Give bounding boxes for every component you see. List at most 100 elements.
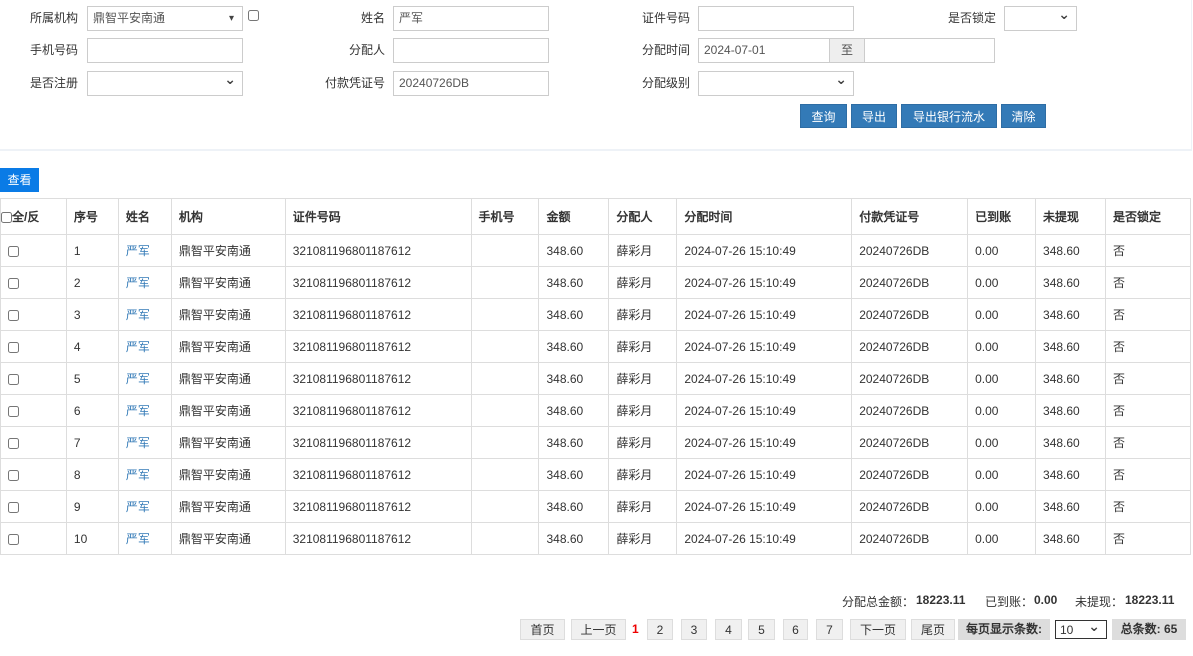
cell-index: 10 bbox=[65, 522, 119, 555]
row-checkbox[interactable] bbox=[8, 405, 19, 417]
row-checkbox[interactable] bbox=[8, 533, 19, 545]
page-7-button[interactable]: 7 bbox=[816, 619, 843, 640]
cell-locked: 否 bbox=[1104, 490, 1192, 523]
clear-button[interactable]: 清除 bbox=[1001, 104, 1046, 128]
time-from-input[interactable]: 2024-07-01 bbox=[698, 38, 830, 63]
row-checkbox[interactable] bbox=[8, 469, 19, 481]
assigner-input[interactable] bbox=[393, 38, 549, 63]
cell-org: 鼎智平安南通 bbox=[170, 362, 286, 395]
cell-voucher: 20240726DB bbox=[851, 234, 969, 267]
cell-amount: 348.60 bbox=[538, 426, 610, 459]
select-all-checkbox[interactable] bbox=[1, 212, 12, 224]
column-header-label: 姓名 bbox=[125, 210, 150, 224]
cell-unwithdrawn: 348.60 bbox=[1035, 490, 1106, 523]
cell-assign-time: 2024-07-26 15:10:49 bbox=[676, 362, 853, 395]
view-button[interactable]: 查看 bbox=[0, 168, 39, 192]
row-select-cell bbox=[0, 298, 67, 331]
page-5-button[interactable]: 5 bbox=[748, 619, 775, 640]
cell-name[interactable]: 严军 bbox=[117, 330, 172, 363]
cell-id-number: 321081196801187612 bbox=[284, 298, 472, 331]
page-first-button[interactable]: 首页 bbox=[520, 619, 565, 640]
cell-org: 鼎智平安南通 bbox=[170, 234, 286, 267]
row-checkbox[interactable] bbox=[8, 245, 19, 257]
registered-select[interactable] bbox=[87, 68, 243, 96]
cell-assigner: 薛彩月 bbox=[608, 426, 678, 459]
table-row: 1 严军 鼎智平安南通 321081196801187612 348.60 薛彩月 2024… bbox=[0, 234, 1192, 267]
row-checkbox[interactable] bbox=[8, 341, 19, 353]
cell-assign-time: 2024-07-26 15:10:49 bbox=[676, 426, 853, 459]
cell-unwithdrawn: 348.60 bbox=[1035, 330, 1106, 363]
cell-index: 1 bbox=[65, 234, 119, 267]
cell-arrived: 0.00 bbox=[967, 394, 1037, 427]
cell-phone bbox=[470, 266, 540, 299]
cell-name[interactable]: 严军 bbox=[117, 394, 172, 427]
row-select-cell bbox=[0, 426, 67, 459]
page-6-button[interactable]: 6 bbox=[783, 619, 808, 640]
export-bank-button[interactable]: 导出银行流水 bbox=[901, 104, 997, 128]
locked-select[interactable] bbox=[1004, 3, 1077, 31]
row-checkbox[interactable] bbox=[8, 277, 19, 289]
cell-voucher: 20240726DB bbox=[851, 394, 969, 427]
column-header: 已到账 bbox=[967, 198, 1037, 235]
column-header-label: 是否锁定 bbox=[1112, 210, 1161, 224]
row-checkbox[interactable] bbox=[8, 373, 19, 385]
cell-assign-time: 2024-07-26 15:10:49 bbox=[676, 298, 853, 331]
cell-phone bbox=[470, 330, 540, 363]
cell-org: 鼎智平安南通 bbox=[170, 522, 286, 555]
id-input[interactable] bbox=[698, 6, 854, 31]
cell-phone bbox=[470, 234, 540, 267]
cell-name[interactable]: 严军 bbox=[117, 458, 172, 491]
cell-name[interactable]: 严军 bbox=[117, 490, 172, 523]
query-button[interactable]: 查询 bbox=[800, 104, 847, 128]
column-header-label: 分配人 bbox=[616, 210, 653, 224]
cell-assigner: 薛彩月 bbox=[608, 330, 678, 363]
page-4-button[interactable]: 4 bbox=[715, 619, 742, 640]
column-header: 付款凭证号 bbox=[851, 198, 969, 235]
cell-phone bbox=[470, 394, 540, 427]
cell-arrived: 0.00 bbox=[967, 426, 1037, 459]
name-input[interactable]: 严军 bbox=[393, 6, 549, 31]
row-checkbox[interactable] bbox=[8, 309, 19, 321]
cell-index: 2 bbox=[65, 266, 119, 299]
row-checkbox[interactable] bbox=[8, 437, 19, 449]
phone-input[interactable] bbox=[87, 38, 243, 63]
phone-label: 手机号码 bbox=[29, 43, 78, 57]
cell-assign-time: 2024-07-26 15:10:49 bbox=[676, 266, 853, 299]
cell-name[interactable]: 严军 bbox=[117, 298, 172, 331]
cell-name[interactable]: 严军 bbox=[117, 362, 172, 395]
per-page-select[interactable]: 10 bbox=[1055, 617, 1107, 639]
cell-org: 鼎智平安南通 bbox=[170, 426, 286, 459]
id-label: 证件号码 bbox=[641, 11, 690, 25]
page-3-button[interactable]: 3 bbox=[681, 619, 707, 640]
cell-assign-time: 2024-07-26 15:10:49 bbox=[676, 394, 853, 427]
cell-name[interactable]: 严军 bbox=[117, 522, 172, 555]
cell-unwithdrawn: 348.60 bbox=[1035, 426, 1106, 459]
column-header: 姓名 bbox=[117, 198, 172, 235]
cell-index: 7 bbox=[65, 426, 119, 459]
cell-assign-time: 2024-07-26 15:10:49 bbox=[676, 330, 853, 363]
page-prev-button[interactable]: 上一页 bbox=[571, 619, 626, 640]
cell-name[interactable]: 严军 bbox=[117, 234, 172, 267]
cell-amount: 348.60 bbox=[538, 266, 610, 299]
row-checkbox[interactable] bbox=[8, 501, 19, 513]
cell-id-number: 321081196801187612 bbox=[284, 330, 472, 363]
row-select-cell bbox=[0, 330, 67, 363]
page-next-button[interactable]: 下一页 bbox=[850, 619, 906, 640]
locked-label: 是否锁定 bbox=[947, 11, 996, 25]
cell-voucher: 20240726DB bbox=[851, 298, 969, 331]
page-2-button[interactable]: 2 bbox=[647, 619, 673, 640]
voucher-input[interactable]: 20240726DB bbox=[393, 71, 549, 96]
time-to-input[interactable] bbox=[864, 38, 995, 63]
cell-name[interactable]: 严军 bbox=[117, 426, 172, 459]
cell-amount: 348.60 bbox=[538, 458, 610, 491]
cell-index: 5 bbox=[65, 362, 119, 395]
level-select[interactable] bbox=[698, 68, 854, 96]
column-header-label: 全/反 bbox=[12, 210, 40, 224]
cell-id-number: 321081196801187612 bbox=[284, 266, 472, 299]
cell-id-number: 321081196801187612 bbox=[284, 234, 472, 267]
org-select[interactable]: 鼎智平安南通 bbox=[87, 6, 243, 31]
org-include-sub-checkbox[interactable] bbox=[248, 10, 259, 21]
export-button[interactable]: 导出 bbox=[851, 104, 897, 128]
page-last-button[interactable]: 尾页 bbox=[911, 619, 955, 640]
cell-name[interactable]: 严军 bbox=[117, 266, 172, 299]
